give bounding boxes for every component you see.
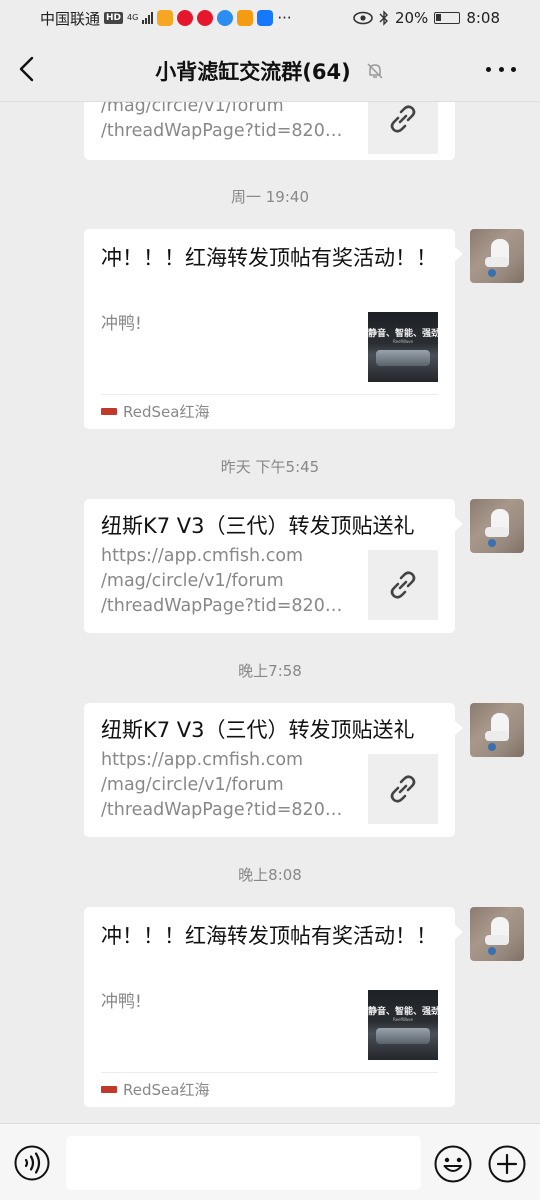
thumbnail-subcaption: ReefWave [393, 1017, 413, 1022]
message-input[interactable] [66, 1136, 421, 1190]
link-url-line: https://app.cmfish.com [101, 546, 304, 566]
source-name: RedSea红海 [123, 403, 210, 421]
hd-badge: HD [104, 12, 124, 24]
battery-percent: 20% [394, 9, 429, 27]
status-left: 中国联通 HD 4G ··· [40, 8, 292, 29]
link-image-thumbnail: 静音、智能、强劲 ReefWave [368, 312, 438, 382]
weibo-icon-2 [197, 10, 214, 26]
carrier-label: 中国联通 [40, 9, 101, 28]
bulb-icon [257, 10, 274, 26]
status-right: 20% 8:08 [353, 9, 500, 27]
plus-icon [488, 1145, 526, 1183]
link-url-line: /threadWapPage?tid=82059... [101, 596, 353, 616]
browser-icon [217, 10, 234, 26]
link-message-card[interactable]: 纽斯K7 V3（三代）转发顶贴送礼 https://app.cmfish.com… [84, 703, 463, 837]
more-notifications-icon: ··· [277, 9, 292, 27]
app-icon [237, 10, 254, 26]
thumbnail-subcaption: ReefWave [393, 339, 413, 344]
link-icon [390, 775, 416, 803]
link-message-card[interactable]: 冲！！！红海转发顶帖有奖活动！！ 冲鸭! 静音、智能、强劲 ReefWave R… [84, 907, 463, 1107]
link-title: 纽斯K7 V3（三代）转发顶贴送礼 [101, 718, 415, 742]
redsea-logo-icon [101, 408, 117, 415]
avatar[interactable] [470, 907, 524, 961]
source-name: RedSea红海 [123, 1081, 210, 1099]
link-icon [390, 105, 416, 133]
card-divider [101, 1072, 438, 1073]
eye-icon [353, 11, 373, 25]
redsea-logo-icon [101, 1086, 117, 1093]
link-thumbnail [368, 550, 438, 620]
chat-header: 小背滤缸交流群(64) [0, 36, 540, 102]
product-image [376, 350, 430, 366]
link-source: RedSea红海 [101, 1079, 209, 1100]
link-url-line: https://app.cmfish.com [101, 750, 304, 770]
link-url-line: /threadWapPage?tid=82059... [101, 121, 353, 141]
link-message-card[interactable]: /mag/circle/v1/forum /threadWapPage?tid=… [84, 102, 455, 160]
link-message-card[interactable]: 冲！！！红海转发顶帖有奖活动！！ 冲鸭! 静音、智能、强劲 ReefWave R… [84, 229, 463, 429]
message-timestamp: 昨天 下午5:45 [220, 458, 320, 476]
network-type: 4G [127, 13, 139, 22]
voice-input-button[interactable] [14, 1145, 50, 1181]
link-url-line: /mag/circle/v1/forum [101, 571, 284, 591]
link-source: RedSea红海 [101, 401, 209, 422]
group-name: 小背滤缸交流群(64) [155, 60, 351, 84]
message-timestamp: 晚上8:08 [238, 866, 302, 884]
voice-icon [14, 1145, 50, 1181]
chat-title: 小背滤缸交流群(64) [0, 56, 540, 86]
weibo-icon [177, 10, 194, 26]
link-title: 冲！！！红海转发顶帖有奖活动！！ [101, 924, 437, 948]
status-bar: 中国联通 HD 4G ··· 20% 8:08 [0, 0, 540, 36]
link-image-thumbnail: 静音、智能、强劲 ReefWave [368, 990, 438, 1060]
message-timestamp: 晚上7:58 [238, 662, 302, 680]
clock: 8:08 [466, 9, 500, 27]
avatar[interactable] [470, 499, 524, 553]
input-bar [0, 1123, 540, 1200]
bluetooth-icon [379, 10, 388, 26]
message-timestamp: 周一 19:40 [231, 188, 309, 206]
link-icon [390, 571, 416, 599]
link-url-line: /threadWapPage?tid=82059... [101, 800, 353, 820]
avatar[interactable] [470, 703, 524, 757]
emoji-button[interactable] [434, 1145, 472, 1183]
link-message-card[interactable]: 纽斯K7 V3（三代）转发顶贴送礼 https://app.cmfish.com… [84, 499, 463, 633]
battery-icon [434, 12, 461, 24]
message-list[interactable]: /mag/circle/v1/forum /threadWapPage?tid=… [0, 102, 540, 1123]
thumbnail-caption: 静音、智能、强劲 [368, 329, 438, 339]
link-description: 冲鸭! [101, 314, 142, 334]
product-image [376, 1028, 430, 1044]
link-thumbnail [368, 754, 438, 824]
more-options-button[interactable] [486, 58, 516, 80]
signal-icon [142, 12, 154, 24]
mute-bell-icon [367, 63, 383, 79]
smiley-icon [434, 1145, 472, 1183]
card-divider [101, 394, 438, 395]
link-description: 冲鸭! [101, 992, 142, 1012]
link-title: 冲！！！红海转发顶帖有奖活动！！ [101, 246, 437, 270]
avatar[interactable] [470, 229, 524, 283]
link-thumbnail [368, 102, 438, 154]
link-url-line: /mag/circle/v1/forum [101, 775, 284, 795]
link-title: 纽斯K7 V3（三代）转发顶贴送礼 [101, 514, 415, 538]
app-notification-icon [157, 10, 174, 26]
link-url-line: /mag/circle/v1/forum [101, 102, 284, 116]
more-functions-button[interactable] [488, 1145, 526, 1183]
thumbnail-caption: 静音、智能、强劲 [368, 1007, 438, 1017]
